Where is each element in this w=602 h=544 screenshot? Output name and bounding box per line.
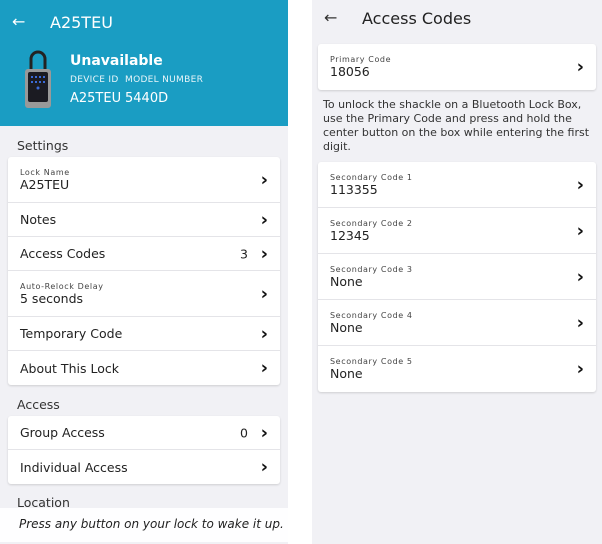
wake-lock-toast: Press any button on your lock to wake it…: [0, 508, 288, 542]
chevron-right-icon: ›: [260, 456, 268, 478]
primary-code-label: Primary Code: [330, 55, 392, 64]
primary-code-value: 18056: [330, 64, 370, 79]
chevron-right-icon: ›: [260, 209, 268, 230]
chevron-right-icon: ›: [576, 56, 584, 78]
secondary-code-row[interactable]: Secondary Code 1 113355 ›: [318, 162, 596, 208]
lock-box-image: [25, 50, 51, 108]
chevron-right-icon: ›: [260, 169, 268, 190]
secondary-codes-card: Secondary Code 1 113355 › Secondary Code 2…: [318, 162, 596, 392]
auto-relock-row[interactable]: Auto-Relock Delay 5 seconds ›: [8, 271, 280, 317]
lock-name-row[interactable]: Lock Name A25TEU ›: [8, 157, 280, 203]
access-codes-row[interactable]: Access Codes 3 ›: [8, 237, 280, 271]
secondary-code-value: None: [330, 273, 363, 289]
page-title: A25TEU: [50, 13, 113, 32]
notes-label: Notes: [20, 212, 57, 227]
chevron-right-icon: ›: [260, 357, 268, 379]
access-codes-count: 3: [240, 246, 248, 261]
settings-card: Lock Name A25TEU › Notes › Access Codes 3 › A…: [8, 157, 280, 385]
model-number: 5440D: [125, 91, 169, 106]
chevron-right-icon: ›: [260, 323, 268, 344]
device-id-label: DEVICE ID: [70, 75, 119, 85]
access-codes-screen: ← Access Codes Primary Code 18056 › To unl…: [312, 0, 602, 544]
primary-code-instructions: To unlock the shackle on a Bluetooth Loc…: [323, 98, 590, 153]
access-heading: Access: [17, 397, 60, 412]
secondary-code-value: 113355: [330, 181, 378, 197]
individual-access-row[interactable]: Individual Access ›: [8, 450, 280, 484]
about-lock-label: About This Lock: [20, 360, 119, 376]
chevron-right-icon: ›: [260, 422, 268, 443]
settings-heading: Settings: [17, 138, 69, 153]
secondary-code-label: Secondary Code 1: [330, 172, 413, 182]
page-title: Access Codes: [362, 9, 472, 28]
secondary-code-value: 12345: [330, 227, 370, 243]
chevron-right-icon: ›: [576, 174, 584, 195]
model-number-label: MODEL NUMBER: [125, 75, 204, 85]
temporary-code-row[interactable]: Temporary Code ›: [8, 317, 280, 351]
chevron-right-icon: ›: [576, 266, 584, 287]
chevron-right-icon: ›: [576, 220, 584, 241]
secondary-code-label: Secondary Code 2: [330, 218, 413, 228]
auto-relock-label: Auto-Relock Delay: [20, 281, 104, 291]
secondary-code-row[interactable]: Secondary Code 4 None ›: [318, 300, 596, 346]
auto-relock-value: 5 seconds: [20, 290, 84, 306]
group-access-label: Group Access: [20, 425, 105, 440]
access-codes-header: ← Access Codes: [312, 0, 602, 36]
secondary-code-value: None: [330, 366, 363, 381]
secondary-code-value: None: [330, 319, 363, 335]
chevron-right-icon: ›: [576, 358, 584, 380]
primary-code-card: Primary Code 18056 ›: [318, 44, 596, 90]
access-card: Group Access 0 › Individual Access ›: [8, 416, 280, 484]
chevron-right-icon: ›: [260, 243, 268, 264]
lock-name-label: Lock Name: [20, 167, 70, 177]
temporary-code-label: Temporary Code: [20, 326, 123, 341]
lock-header: ← A25TEU Unavailable DEVICE ID MODEL NUM…: [0, 0, 288, 126]
secondary-code-label: Secondary Code 3: [330, 264, 413, 274]
lock-name: A25TEU: [20, 176, 70, 192]
chevron-right-icon: ›: [260, 283, 268, 304]
lock-status: Unavailable: [70, 53, 163, 69]
secondary-code-row[interactable]: Secondary Code 2 12345 ›: [318, 208, 596, 254]
device-id: A25TEU: [70, 91, 122, 106]
individual-access-label: Individual Access: [20, 459, 128, 475]
secondary-code-label: Secondary Code 5: [330, 357, 413, 366]
access-codes-label: Access Codes: [20, 246, 106, 261]
lock-details-screen: ← A25TEU Unavailable DEVICE ID MODEL NUM…: [0, 0, 288, 544]
secondary-code-row[interactable]: Secondary Code 5 None ›: [318, 346, 596, 392]
group-access-count: 0: [240, 425, 248, 440]
secondary-code-row[interactable]: Secondary Code 3 None ›: [318, 254, 596, 300]
group-access-row[interactable]: Group Access 0 ›: [8, 416, 280, 450]
back-arrow-icon[interactable]: ←: [324, 8, 337, 27]
notes-row[interactable]: Notes ›: [8, 203, 280, 237]
primary-code-row[interactable]: Primary Code 18056 ›: [318, 44, 596, 90]
about-lock-row[interactable]: About This Lock ›: [8, 351, 280, 385]
back-arrow-icon[interactable]: ←: [12, 12, 25, 31]
chevron-right-icon: ›: [576, 312, 584, 333]
secondary-code-label: Secondary Code 4: [330, 310, 413, 320]
